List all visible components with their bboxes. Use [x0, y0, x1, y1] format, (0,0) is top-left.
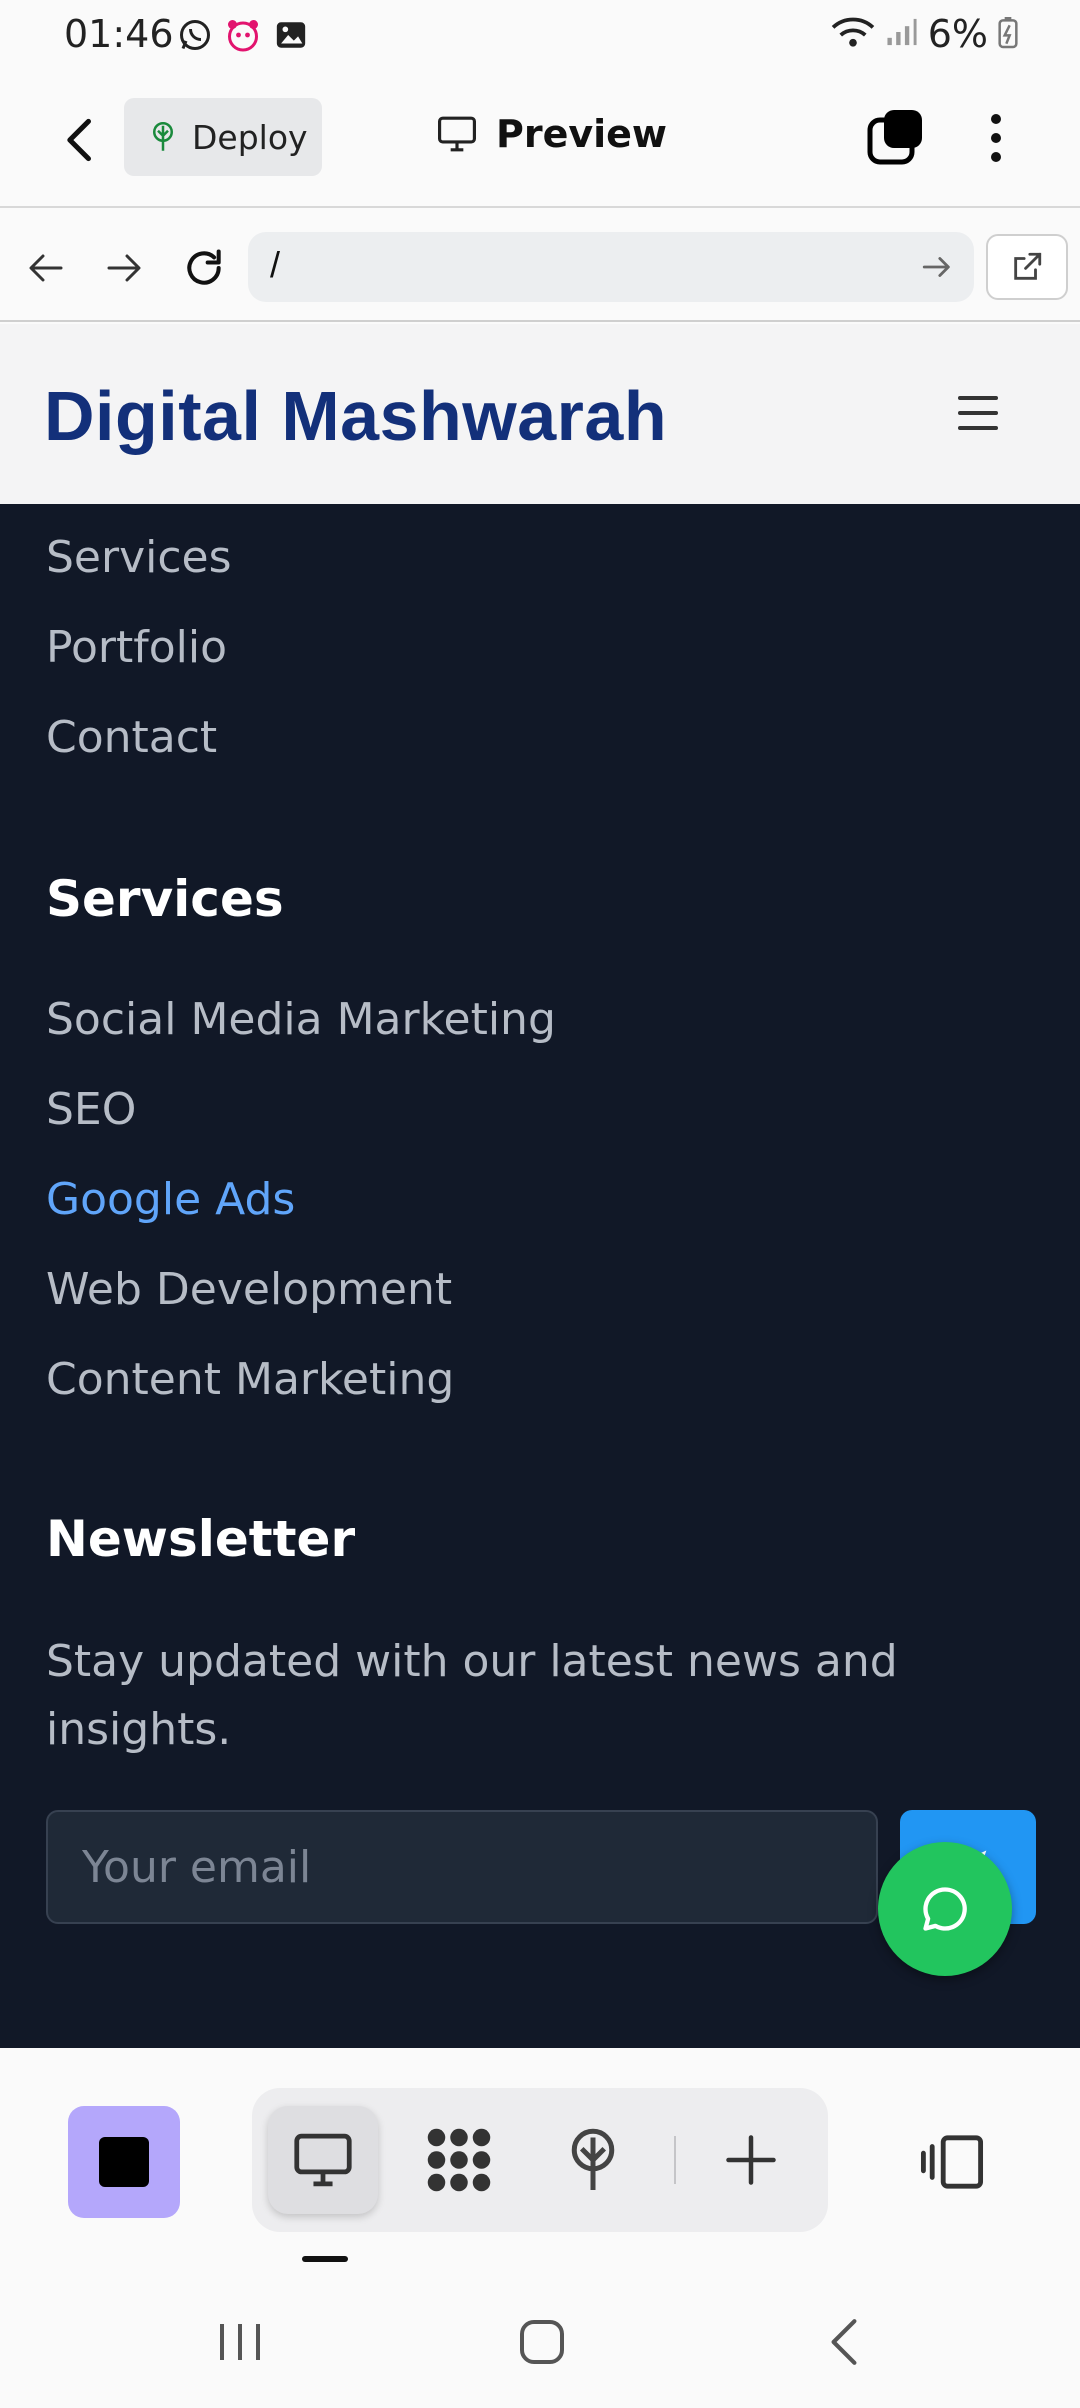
dot-icon: [991, 152, 1001, 162]
deploy-view-button[interactable]: [538, 2106, 648, 2214]
signal-icon: [886, 17, 918, 51]
service-link-web-development[interactable]: Web Development: [46, 1264, 452, 1315]
gallery-icon: [272, 16, 310, 54]
battery-percent: 6%: [927, 12, 988, 56]
services-heading: Services: [46, 870, 284, 928]
service-link-google-ads[interactable]: Google Ads: [46, 1174, 295, 1225]
browser-forward-button[interactable]: [96, 240, 152, 296]
more-options-button[interactable]: [976, 108, 1016, 168]
plus-icon: [726, 2135, 776, 2185]
open-external-button[interactable]: [986, 234, 1068, 300]
service-link-content-marketing[interactable]: Content Marketing: [46, 1354, 454, 1405]
dot-icon: [991, 133, 1001, 143]
wifi-icon: [830, 15, 876, 53]
browser-back-button[interactable]: [18, 240, 74, 296]
arrow-left-icon: [29, 254, 63, 282]
view-switcher: [252, 2088, 828, 2232]
arrow-right-icon: [107, 254, 141, 282]
browser-navigation: /: [0, 210, 1080, 322]
foodpanda-icon: [224, 16, 262, 54]
external-link-icon: [1014, 252, 1042, 280]
deploy-tree-icon: [153, 122, 173, 151]
deploy-label: Deploy: [192, 117, 308, 157]
system-back-button[interactable]: [814, 2312, 874, 2372]
project-button[interactable]: [68, 2106, 180, 2218]
service-link-seo[interactable]: SEO: [46, 1084, 136, 1135]
toolbar-divider: [674, 2136, 676, 2184]
project-icon: [99, 2137, 149, 2187]
reload-icon: [187, 249, 221, 285]
apps-grid-icon: [427, 2128, 491, 2192]
status-bar: 01:46 6%: [0, 0, 1080, 72]
url-bar[interactable]: /: [248, 232, 974, 302]
chat-bubble-icon: [923, 1887, 967, 1931]
monitor-icon: [294, 2133, 352, 2187]
footer-link-contact[interactable]: Contact: [46, 712, 217, 763]
hamburger-menu-icon[interactable]: [958, 396, 998, 430]
recent-apps-button[interactable]: [210, 2312, 270, 2372]
notification-icons: [176, 16, 310, 54]
selected-indicator: [302, 2256, 348, 2262]
battery-charging-icon: [998, 15, 1018, 53]
home-icon: [520, 2320, 564, 2364]
whatsapp-chat-button[interactable]: [878, 1842, 1012, 1976]
site-footer: Services Portfolio Contact Services Soci…: [0, 504, 1080, 2048]
device-layout-button[interactable]: [916, 2126, 988, 2198]
system-status: 6%: [830, 12, 1018, 56]
preview-label: Preview: [496, 112, 668, 156]
reload-button[interactable]: [176, 240, 232, 296]
back-button[interactable]: [50, 110, 110, 170]
status-time: 01:46: [64, 12, 174, 56]
footer-link-services[interactable]: Services: [46, 532, 232, 583]
chevron-left-icon: [67, 118, 91, 162]
preview-view-button[interactable]: [268, 2106, 378, 2214]
tabs-icon: [867, 110, 922, 165]
device-layout-icon: [920, 2135, 984, 2189]
url-text: /: [270, 244, 281, 285]
add-button[interactable]: [696, 2106, 806, 2214]
recent-apps-icon: [220, 2324, 260, 2360]
system-navigation-bar: [0, 2278, 1080, 2408]
apps-view-button[interactable]: [404, 2106, 514, 2214]
deploy-button[interactable]: Deploy: [124, 98, 322, 176]
home-button[interactable]: [512, 2312, 572, 2372]
footer-link-portfolio[interactable]: Portfolio: [46, 622, 227, 673]
newsletter-email-input[interactable]: [46, 1810, 878, 1924]
deploy-tree-icon: [571, 2128, 615, 2190]
go-arrow-icon[interactable]: [920, 250, 954, 284]
editor-toolbar: [0, 2048, 1080, 2278]
newsletter-description: Stay updated with our latest news and in…: [46, 1636, 898, 1755]
app-bar: Deploy Preview: [0, 72, 1080, 208]
back-chevron-icon: [831, 2319, 857, 2365]
service-link-social-media[interactable]: Social Media Marketing: [46, 994, 556, 1045]
monitor-icon: [438, 116, 476, 152]
newsletter-heading: Newsletter: [46, 1510, 356, 1568]
site-header: Digital Mashwarah: [0, 324, 1080, 504]
site-logo[interactable]: Digital Mashwarah: [44, 376, 667, 456]
tabs-button[interactable]: [866, 108, 926, 168]
whatsapp-icon: [176, 16, 214, 54]
preview-title[interactable]: Preview: [436, 112, 667, 156]
dot-icon: [991, 114, 1001, 124]
